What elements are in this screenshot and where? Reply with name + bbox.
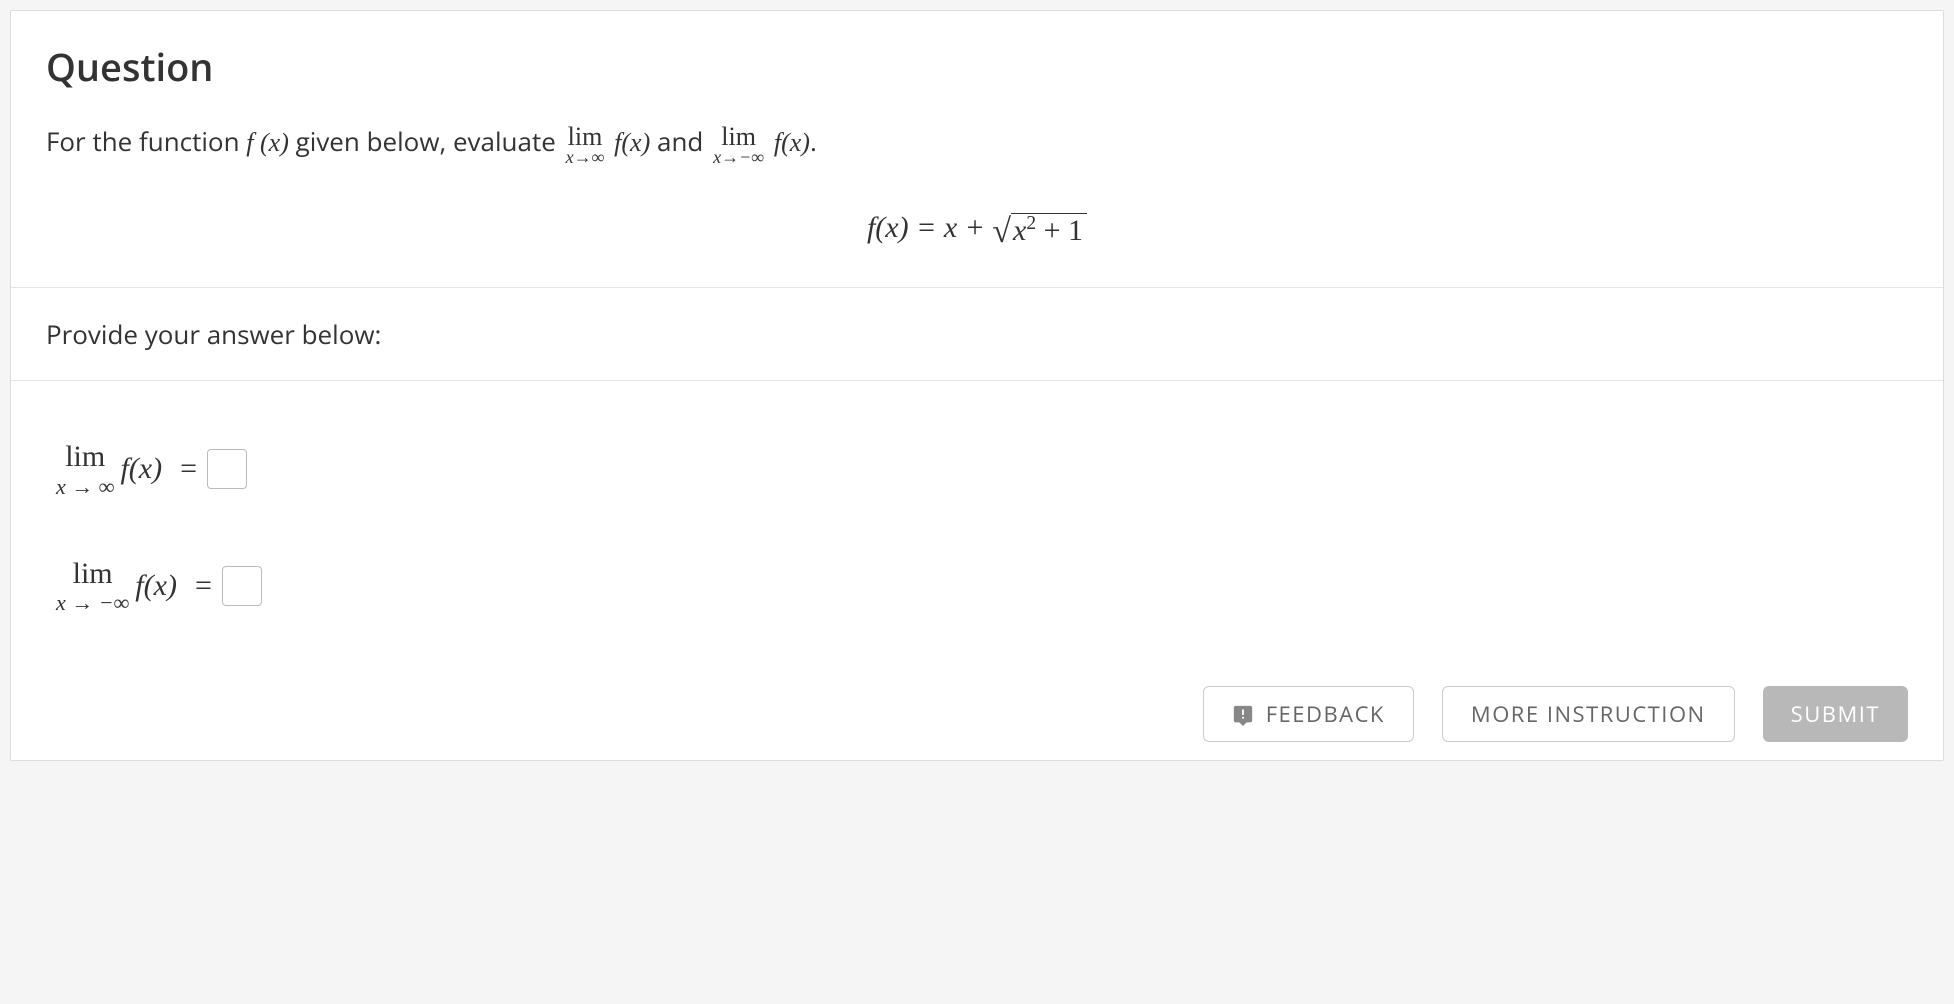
sqrt-x: x <box>1013 214 1026 247</box>
feedback-label: FEEDBACK <box>1266 699 1385 729</box>
answer-input-1[interactable] <box>207 449 247 489</box>
more-instruction-button[interactable]: MORE INSTRUCTION <box>1442 686 1735 742</box>
feedback-icon <box>1232 703 1254 725</box>
answer-fx-1: f(x) <box>120 452 162 486</box>
answer-section: lim x → ∞ f(x) = lim x → −∞ f(x) = <box>11 380 1943 760</box>
sqrt-expression: √x2 + 1 <box>992 213 1087 247</box>
answer-row-2: lim x → −∞ f(x) = <box>56 558 1908 615</box>
answer-limit-2: lim x → −∞ <box>56 558 129 615</box>
prompt-text-2: given below, evaluate <box>296 123 556 159</box>
sqrt-icon: √ <box>992 215 1011 249</box>
period: . <box>810 123 817 159</box>
sqrt-tail: + 1 <box>1036 214 1083 247</box>
fx-1: f (x) <box>246 128 289 157</box>
answer-prompt-section: Provide your answer below: <box>11 287 1943 380</box>
answer-lim-sub-1: x → ∞ <box>56 475 114 498</box>
question-section: Question For the function f (x) given be… <box>11 11 1943 287</box>
submit-button[interactable]: SUBMIT <box>1763 686 1908 742</box>
prompt-text-1: For the function <box>46 123 240 159</box>
button-row: FEEDBACK MORE INSTRUCTION SUBMIT <box>1203 686 1908 742</box>
answer-lim-label-2: lim <box>73 557 113 590</box>
sqrt-exp: 2 <box>1026 213 1036 234</box>
limit-expr-2: lim x→−∞ <box>713 122 764 166</box>
fx-2: f(x) <box>614 128 650 157</box>
sqrt-body: x2 + 1 <box>1011 213 1087 246</box>
submit-label: SUBMIT <box>1791 699 1880 729</box>
question-prompt: For the function f (x) given below, eval… <box>46 121 1908 166</box>
answer-input-2[interactable] <box>222 566 262 606</box>
answer-eq-1: = <box>180 452 197 486</box>
answer-eq-2: = <box>195 569 212 603</box>
answer-limit-1: lim x → ∞ <box>56 441 114 498</box>
question-title: Question <box>46 41 1908 93</box>
limit-expr-1: lim x→∞ <box>566 122 605 166</box>
question-card: Question For the function f (x) given be… <box>10 10 1944 761</box>
answer-lim-sub-2: x → −∞ <box>56 591 129 614</box>
equation-lhs: f(x) = x + <box>867 211 992 244</box>
answer-prompt-text: Provide your answer below: <box>46 316 381 352</box>
lim-sub-2: x→−∞ <box>713 148 764 166</box>
equation-display: f(x) = x + √x2 + 1 <box>46 211 1908 247</box>
answer-lim-label-1: lim <box>65 440 105 473</box>
fx-3: f(x) <box>774 128 810 157</box>
feedback-button[interactable]: FEEDBACK <box>1203 686 1414 742</box>
answer-row-1: lim x → ∞ f(x) = <box>56 441 1908 498</box>
more-instruction-label: MORE INSTRUCTION <box>1471 699 1706 729</box>
answer-fx-2: f(x) <box>135 569 177 603</box>
lim-sub-1: x→∞ <box>566 148 605 166</box>
and-text: and <box>657 123 703 159</box>
